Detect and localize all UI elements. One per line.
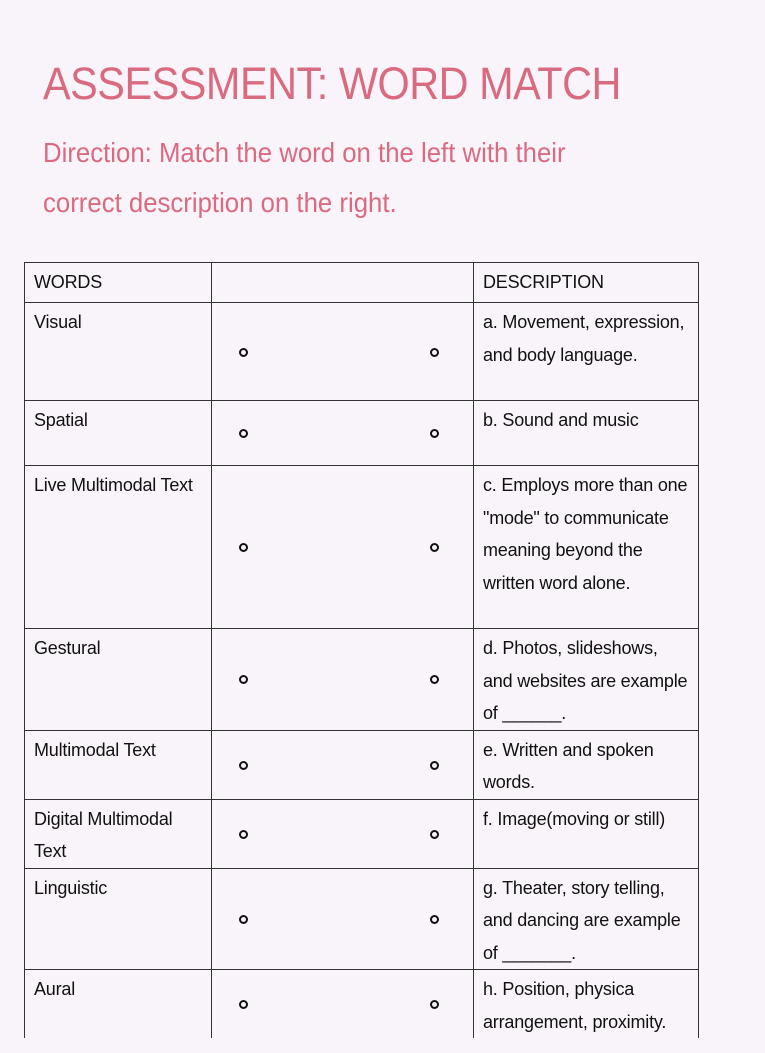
description-cell: b. Sound and music (473, 400, 699, 466)
word-cell: Aural (24, 969, 212, 1038)
description-cell: h. Position, physica arrangement, proxim… (473, 969, 699, 1038)
column-header-description: DESCRIPTION (473, 262, 699, 303)
left-match-point-icon[interactable] (239, 543, 248, 552)
description-cell: d. Photos, slideshows, and websites are … (473, 628, 699, 731)
column-header-blank (211, 262, 474, 303)
table-row: Gestural d. Photos, slideshows, and webs… (24, 628, 699, 731)
right-match-point-icon[interactable] (430, 429, 439, 438)
table-row: Live Multimodal Text c. Employs more tha… (24, 465, 699, 629)
table-row: Digital Multimodal Text f. Image(moving … (24, 798, 699, 869)
word-cell: Visual (24, 302, 212, 401)
left-match-point-icon[interactable] (239, 829, 248, 839)
word-cell: Spatial (24, 400, 212, 466)
description-cell: a. Movement, expression, and body langua… (473, 302, 699, 401)
left-match-point-icon[interactable] (239, 429, 248, 438)
description-cell: e. Written and spoken words. (473, 729, 699, 800)
right-match-point-icon[interactable] (430, 914, 439, 924)
left-match-point-icon[interactable] (239, 347, 248, 357)
word-cell: Live Multimodal Text (24, 465, 212, 629)
word-cell: Linguistic (24, 867, 212, 970)
match-cell (211, 302, 474, 401)
table-header-row: WORDS DESCRIPTION (24, 262, 699, 303)
left-match-point-icon[interactable] (239, 760, 248, 770)
right-match-point-icon[interactable] (430, 347, 439, 357)
left-match-point-icon[interactable] (239, 1000, 248, 1009)
description-cell: c. Employs more than one "mode" to commu… (473, 465, 699, 629)
right-match-point-icon[interactable] (430, 760, 439, 770)
description-cell: g. Theater, story telling, and dancing a… (473, 867, 699, 970)
right-match-point-icon[interactable] (430, 1000, 439, 1009)
match-cell (211, 969, 474, 1038)
table-row: Aural h. Position, physica arrangement, … (24, 969, 699, 1038)
word-cell: Digital Multimodal Text (24, 798, 212, 869)
table-row: Visual a. Movement, expression, and body… (24, 302, 699, 401)
table-row: Spatial b. Sound and music (24, 400, 699, 466)
word-cell: Multimodal Text (24, 729, 212, 800)
right-match-point-icon[interactable] (430, 675, 439, 685)
match-cell (211, 628, 474, 731)
match-cell (211, 729, 474, 800)
right-match-point-icon[interactable] (430, 543, 439, 552)
word-match-table: WORDS DESCRIPTION Visual a. Movement, ex… (24, 262, 699, 1038)
match-cell (211, 400, 474, 466)
table-row: Linguistic g. Theater, story telling, an… (24, 867, 699, 970)
match-cell (211, 867, 474, 970)
description-cell: f. Image(moving or still) (473, 798, 699, 869)
match-cell (211, 798, 474, 869)
table-row: Multimodal Text e. Written and spoken wo… (24, 729, 699, 800)
page-title: ASSESSMENT: WORD MATCH (43, 58, 621, 109)
left-match-point-icon[interactable] (239, 914, 248, 924)
right-match-point-icon[interactable] (430, 829, 439, 839)
column-header-words: WORDS (24, 262, 212, 303)
word-cell: Gestural (24, 628, 212, 731)
directions-text: Direction: Match the word on the left wi… (43, 137, 566, 218)
left-match-point-icon[interactable] (239, 675, 248, 685)
match-cell (211, 465, 474, 629)
